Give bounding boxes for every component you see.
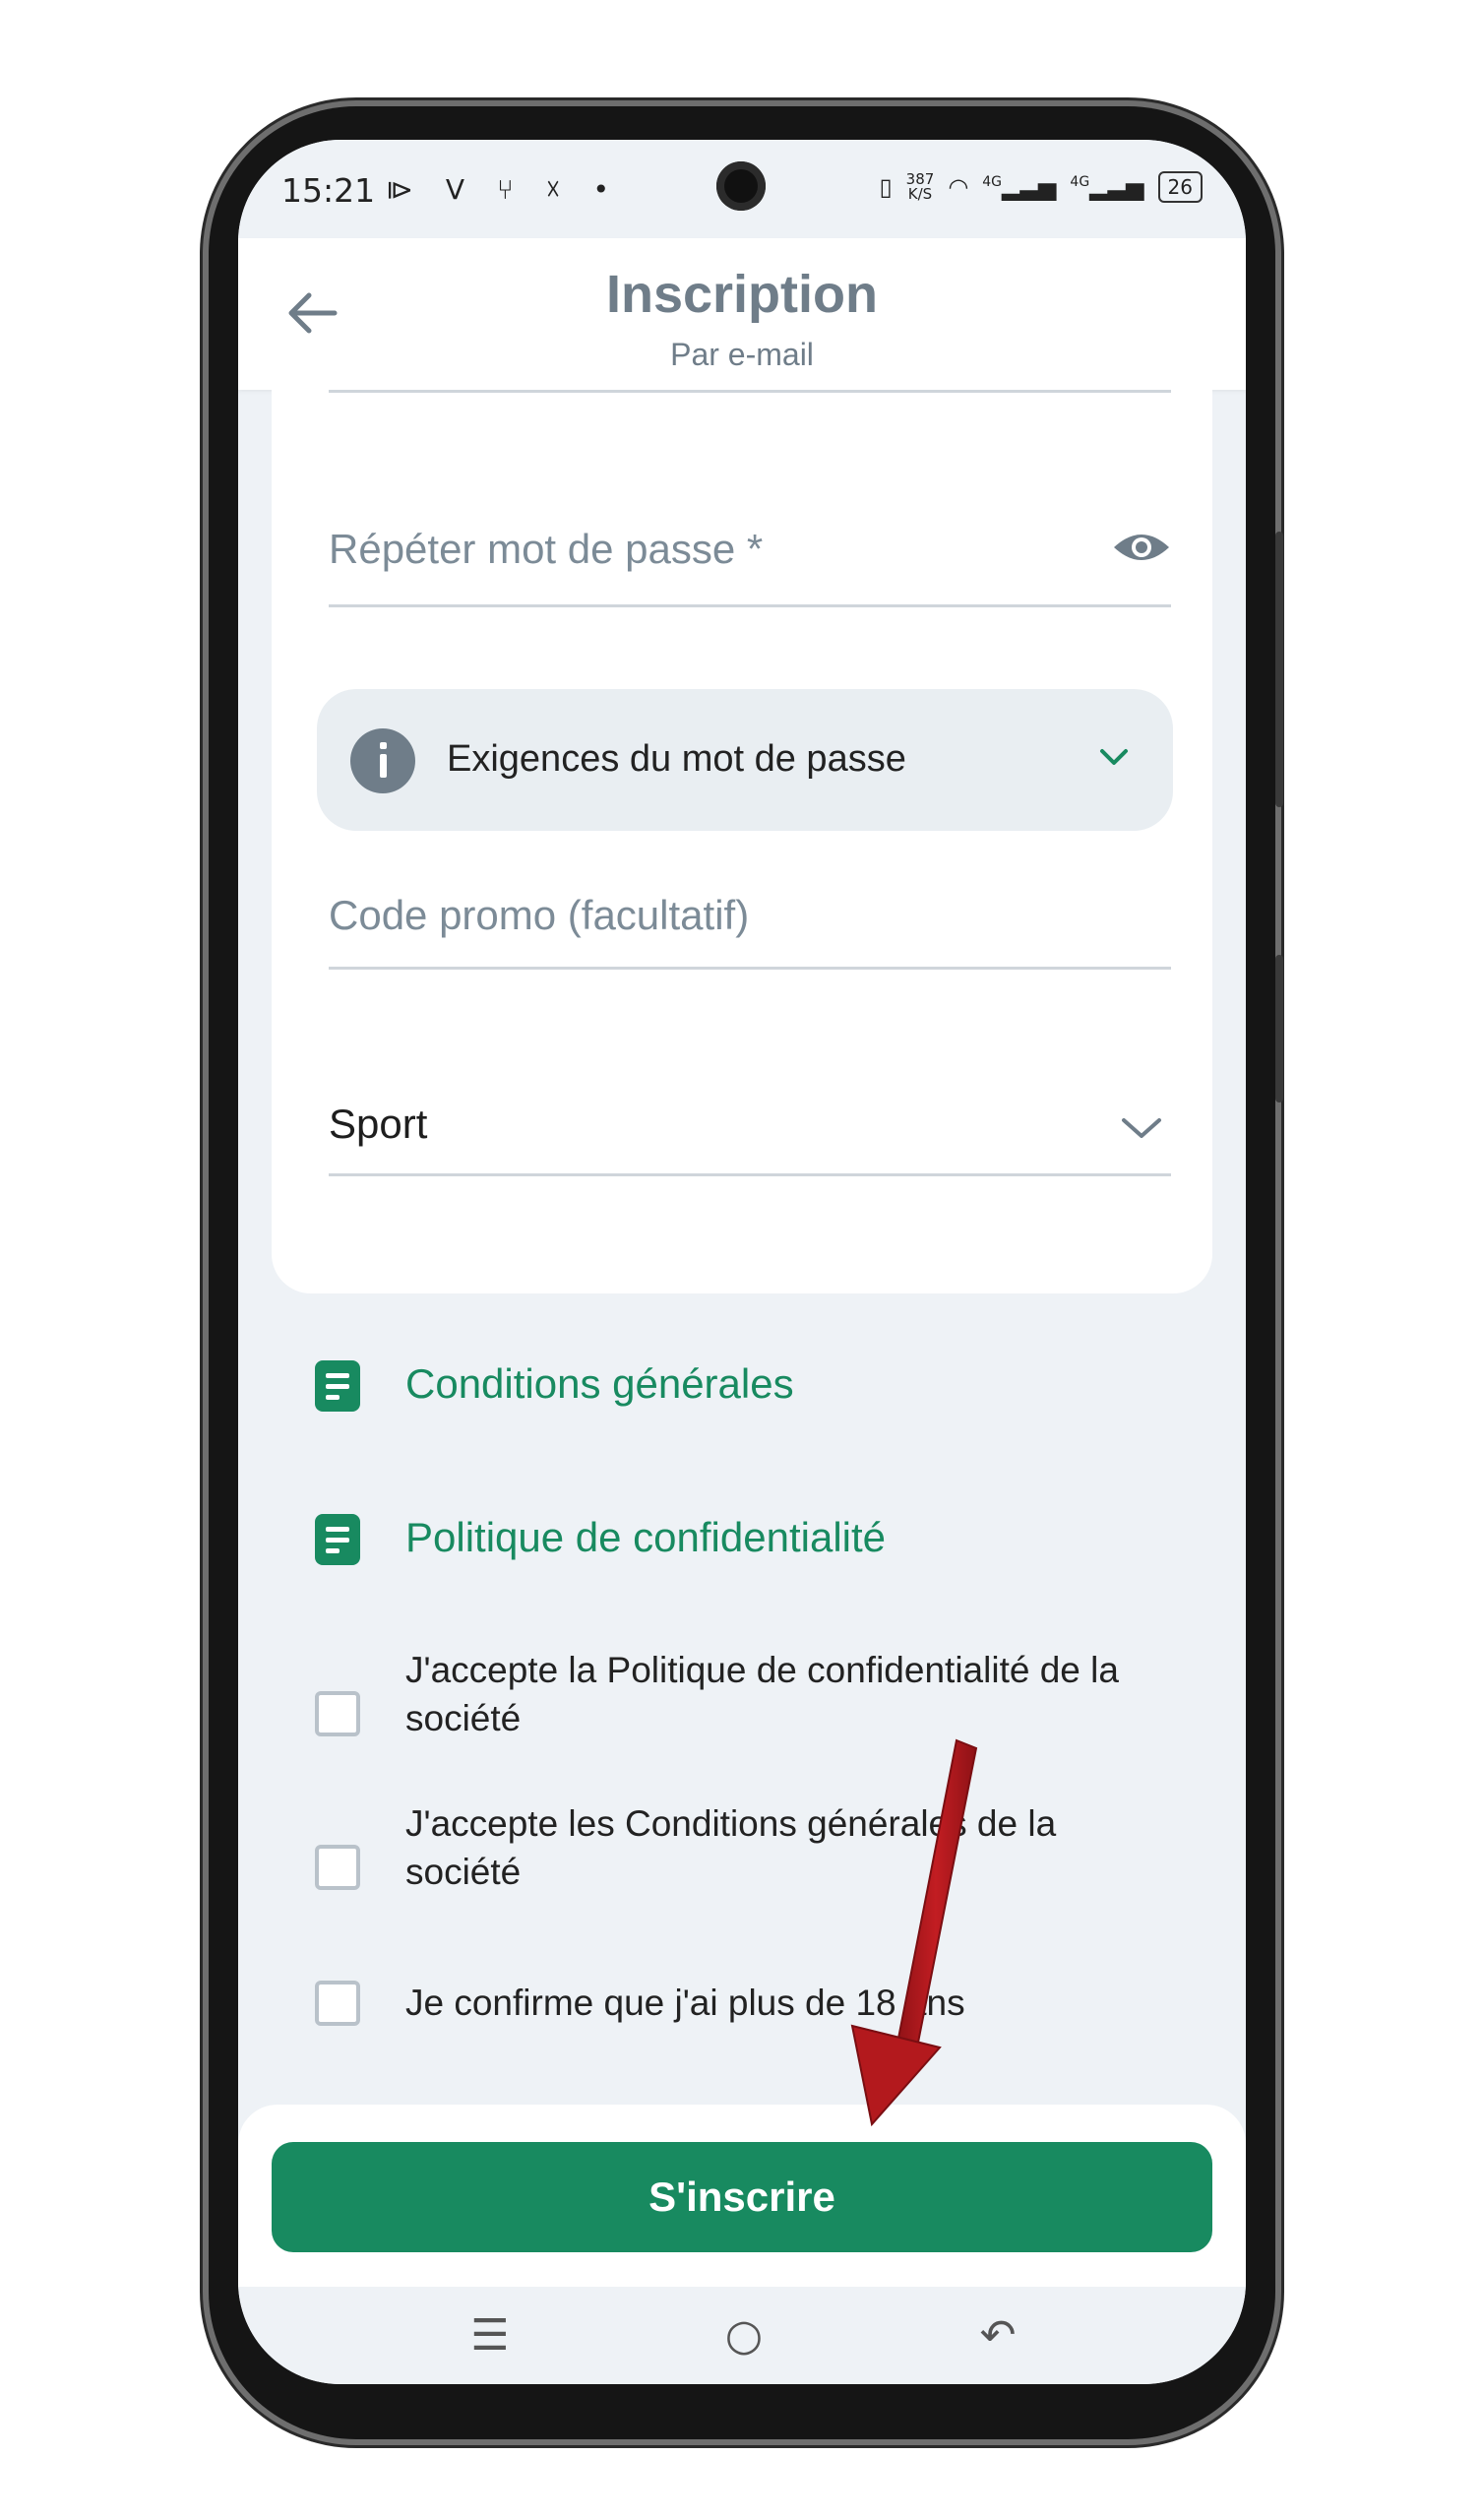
- eye-icon[interactable]: [1112, 528, 1171, 567]
- power-button: [1275, 955, 1283, 1102]
- register-button[interactable]: S'inscrire: [272, 2142, 1212, 2252]
- page-title: Inscription: [605, 265, 878, 324]
- info-icon: [350, 728, 415, 793]
- recent-apps-icon[interactable]: ☰: [461, 2310, 520, 2361]
- age-consent-checkbox[interactable]: [315, 1981, 360, 2026]
- privacy-consent-checkbox[interactable]: [315, 1691, 360, 1736]
- signal-1-icon: 4G▂▃▅: [982, 173, 1057, 201]
- document-icon: [315, 1514, 360, 1565]
- system-nav-bar: ☰ ○ ↶: [238, 2287, 1246, 2384]
- status-time: 15:21: [281, 171, 376, 210]
- password-requirements-label: Exigences du mot de passe: [447, 738, 906, 780]
- status-bar: 15:21 ⧐ V ⑂ ☓ • ▯ 387 K/S ◠ 4G▂▃▅ 4G▂▃▅ …: [238, 140, 1246, 238]
- terms-link-label: Conditions générales: [405, 1360, 794, 1407]
- repeat-password-field[interactable]: Répéter mot de passe *: [329, 514, 1171, 607]
- signal-2-icon: 4G▂▃▅: [1070, 173, 1144, 201]
- privacy-consent-label: J'accepte la Politique de confidentialit…: [405, 1650, 1119, 1738]
- net-speed-unit: K/S: [907, 185, 933, 203]
- chevron-down-icon: [1100, 749, 1128, 765]
- vibrate-icon: ▯: [879, 173, 893, 201]
- notification-icons: ⧐ V ⑂ ☓ •: [386, 173, 621, 206]
- wifi-icon: ◠: [948, 173, 969, 201]
- net-speed: 387 K/S: [906, 172, 935, 202]
- repeat-password-placeholder: Répéter mot de passe *: [329, 526, 764, 572]
- back-icon[interactable]: ↶: [968, 2310, 1027, 2361]
- front-camera: [716, 161, 766, 211]
- page-subtitle: Par e-mail: [670, 337, 814, 372]
- document-icon: [315, 1360, 360, 1412]
- chevron-down-icon: [1122, 1118, 1161, 1138]
- terms-consent-checkbox[interactable]: [315, 1845, 360, 1890]
- privacy-link-label: Politique de confidentialité: [405, 1514, 887, 1560]
- category-value: Sport: [329, 1101, 428, 1147]
- promo-code-placeholder: Code promo (facultatif): [329, 892, 750, 938]
- app-bar: Inscription Par e-mail: [238, 238, 1246, 390]
- category-select[interactable]: Sport: [329, 1095, 1171, 1176]
- terms-consent-label: J'accepte les Conditions générales de la…: [405, 1803, 1057, 1892]
- previous-field-underline: [329, 390, 1171, 393]
- volume-button: [1275, 532, 1283, 807]
- battery-icon: 26: [1157, 171, 1203, 203]
- password-requirements-toggle[interactable]: Exigences du mot de passe: [317, 689, 1173, 831]
- age-consent-label: Je confirme que j'ai plus de 18 ans: [405, 1983, 965, 2023]
- phone-screen: 15:21 ⧐ V ⑂ ☓ • ▯ 387 K/S ◠ 4G▂▃▅ 4G▂▃▅ …: [238, 140, 1246, 2384]
- home-icon[interactable]: ○: [714, 2310, 773, 2361]
- promo-code-field[interactable]: Code promo (facultatif): [329, 888, 1171, 970]
- system-icons: ▯ 387 K/S ◠ 4G▂▃▅ 4G▂▃▅ 26: [879, 171, 1203, 203]
